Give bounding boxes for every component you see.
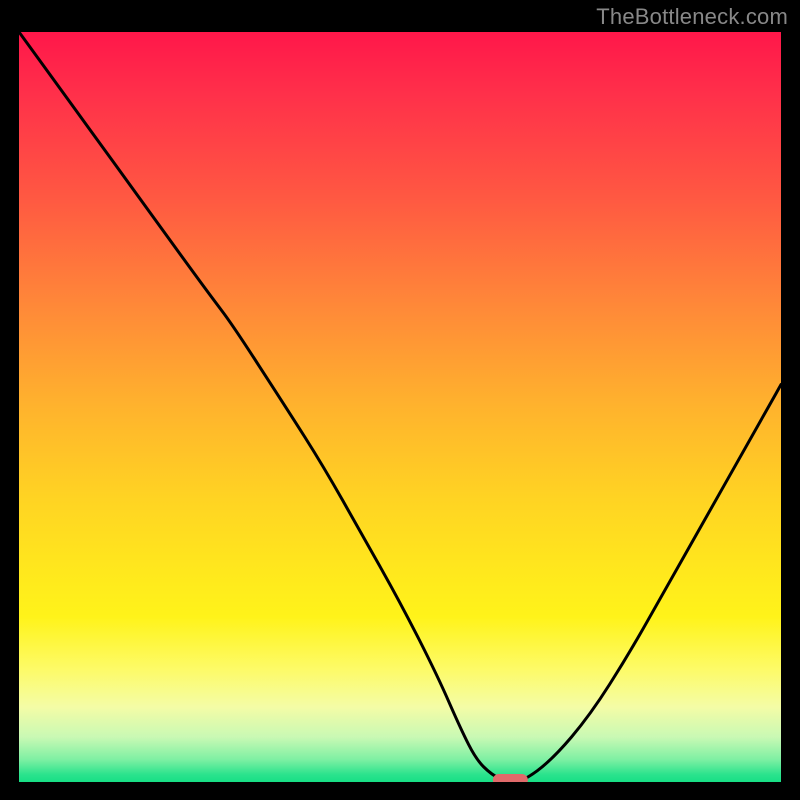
bottleneck-curve (19, 32, 781, 782)
chart-frame: TheBottleneck.com (0, 0, 800, 800)
optimal-marker (493, 774, 527, 782)
attribution-label: TheBottleneck.com (596, 4, 788, 30)
plot-area (19, 32, 781, 782)
curve-svg (19, 32, 781, 782)
